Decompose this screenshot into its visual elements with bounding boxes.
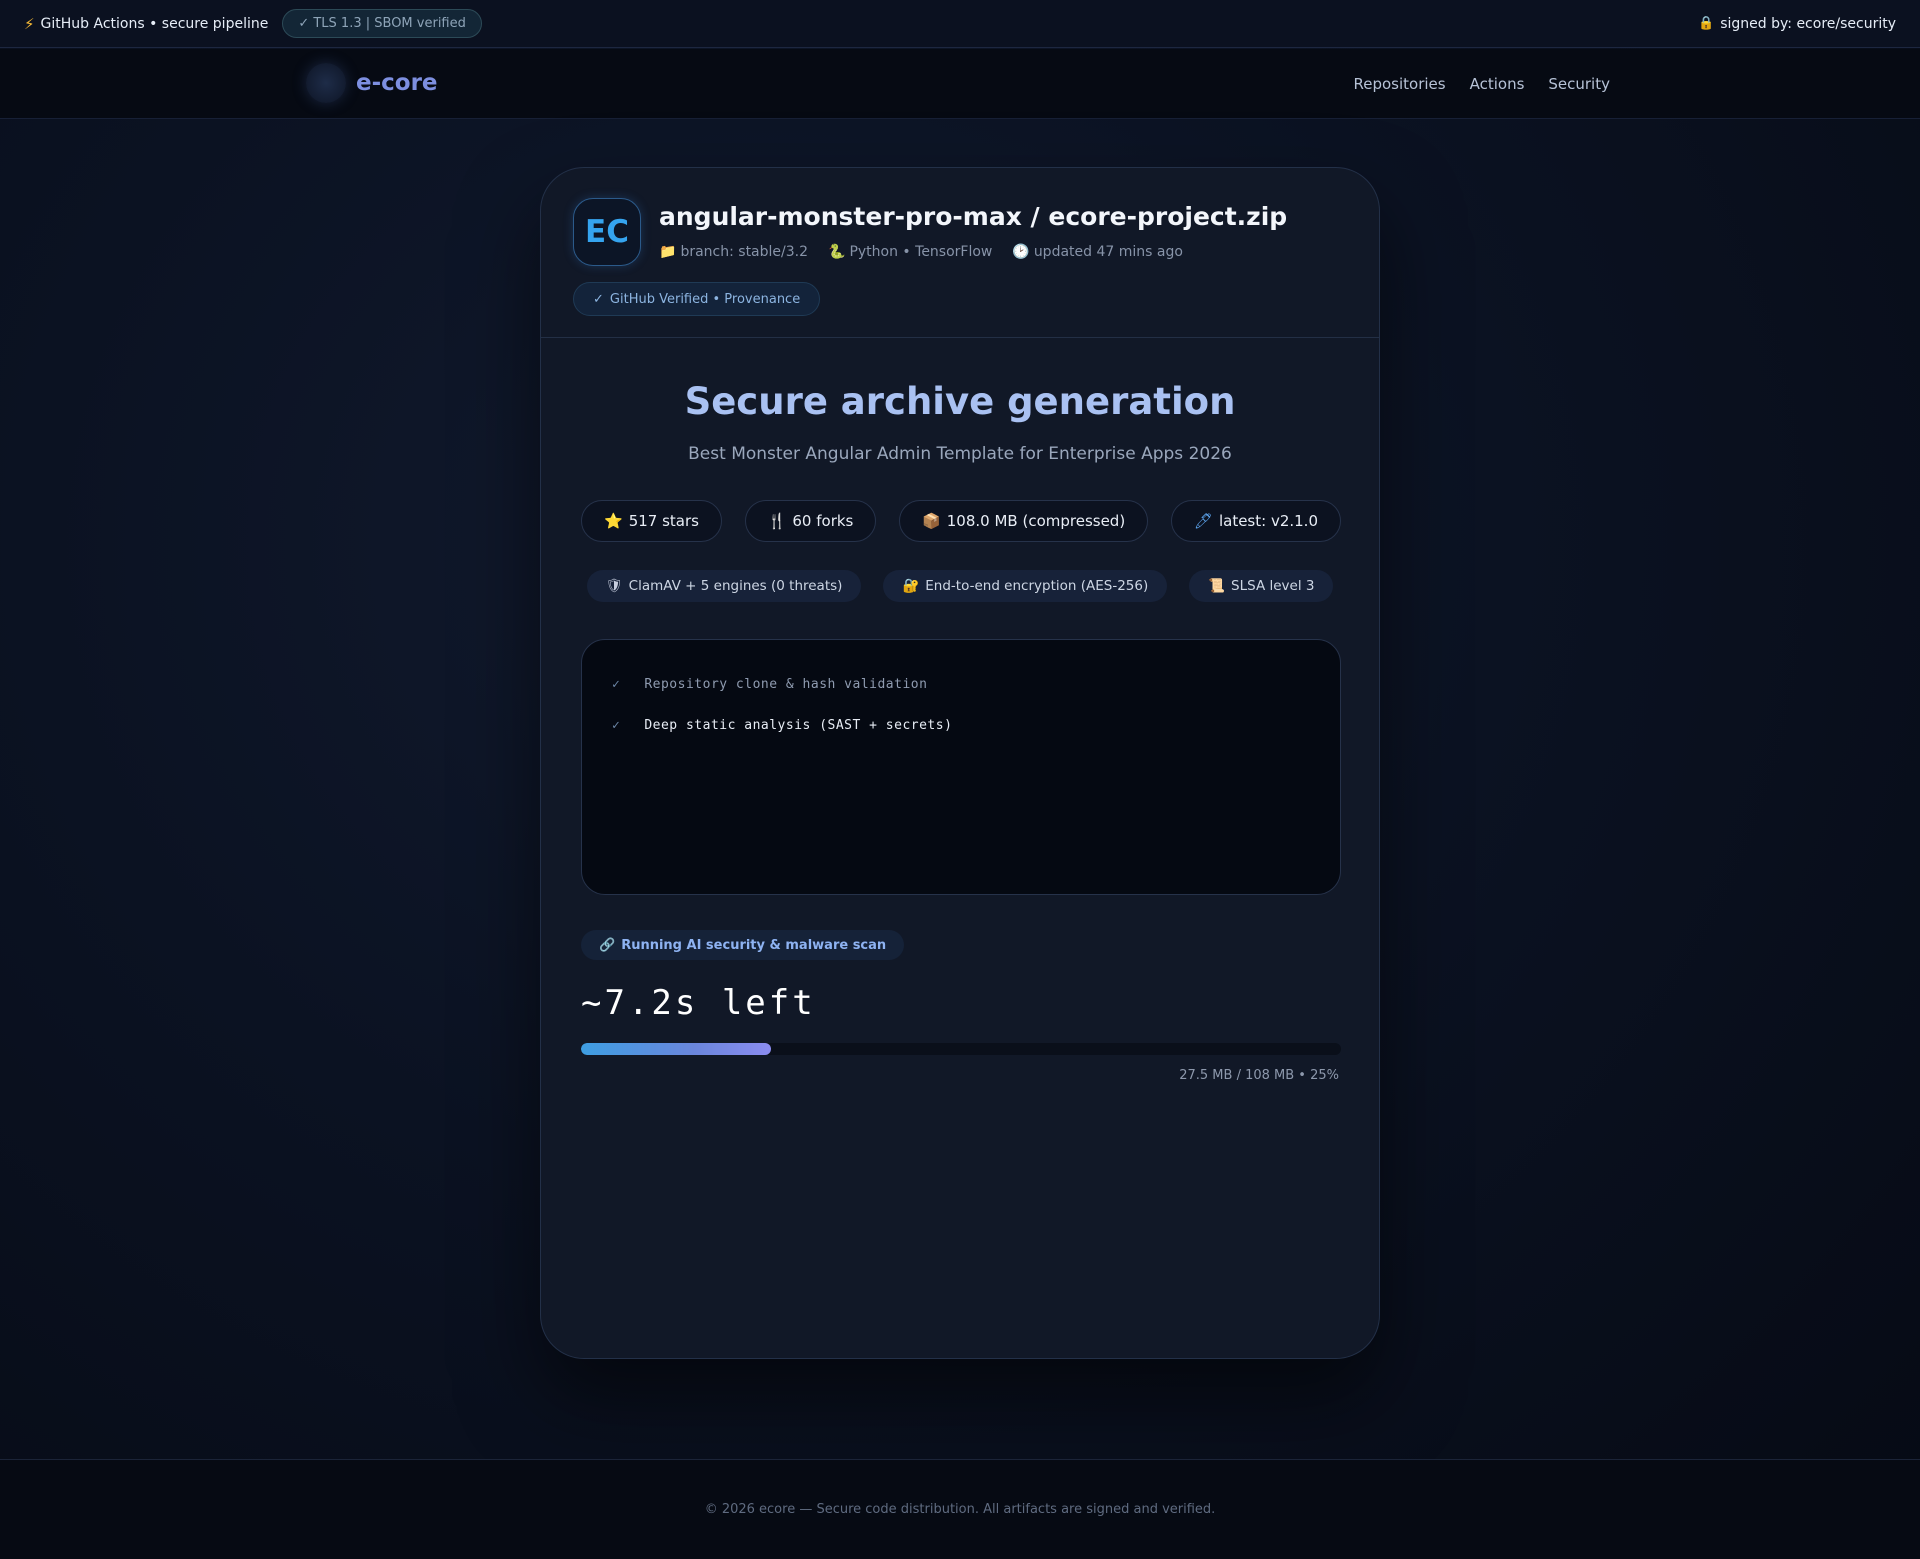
stat-label: 108.0 MB (compressed) [946,512,1126,530]
running-status: 🔗 Running AI security & malware scan [581,930,905,960]
signed-by: 🔒 signed by: ecore/security [1698,16,1896,32]
nav-link-repositories[interactable]: Repositories [1353,75,1445,93]
fork-icon: 🍴 [767,512,787,530]
tag-slsa: 📜 SLSA level 3 [1189,570,1334,602]
stat-label: 517 stars [628,512,699,530]
stat-forks: 🍴 60 forks [744,500,877,542]
repo-stats: ⭐ 517 stars 🍴 60 forks 📦 108.0 MB (compress… [581,500,1341,542]
repo-updated-label: updated 47 mins ago [1033,244,1183,260]
security-tags: 🛡 ClamAV + 5 engines (0 threats) 🔐 End-to-… [541,570,1379,602]
tag-label: SLSA level 3 [1231,578,1315,594]
progress-bar [581,1043,1341,1055]
log-line: ✓ Repository clone & hash validation [612,674,1310,694]
pipeline-log: ✓ Repository clone & hash validation ✓ D… [581,639,1341,895]
nav-link-security[interactable]: Security [1548,75,1610,93]
brand[interactable]: e-core [306,63,438,103]
repo-header: EC angular-monster-pro-max / ecore-proje… [541,168,1379,338]
nav-links: Repositories Actions Security [1353,49,1610,119]
pipeline-label: GitHub Actions • secure pipeline [40,15,269,32]
top-status-bar: ⚡ GitHub Actions • secure pipeline ✓ TLS… [0,0,1920,48]
stat-stars: ⭐ 517 stars [581,500,722,542]
stat-label: 60 forks [792,512,854,530]
package-icon: 📦 [922,512,941,530]
nav-link-actions[interactable]: Actions [1470,75,1525,93]
page-title: Secure archive generation [684,380,1236,423]
verified-badge: ✓ GitHub Verified • Provenance [573,282,821,316]
brand-logo-icon [306,63,346,103]
footer: © 2026 ecore — Secure code distribution.… [0,1459,1920,1559]
repo-title: angular-monster-pro-max / ecore-project.… [659,202,1288,231]
stat-version: 🖊 latest: v2.1.0 [1170,500,1341,542]
repo-meta: 📁 branch: stable/3.2 🐍 Python • TensorFlow… [659,244,1183,260]
repo-branch-label: branch: stable/3.2 [680,244,809,260]
running-label: Running AI security & malware scan [621,937,887,953]
check-icon: ✓ [612,676,621,692]
tag-encryption: 🔐 End-to-end encryption (AES-256) [883,570,1168,602]
page-subtitle: Best Monster Angular Admin Template for … [688,444,1232,464]
time-remaining: ~7.2s left [581,983,816,1023]
stat-label: latest: v2.1.0 [1218,512,1318,530]
archive-card: EC angular-monster-pro-max / ecore-proje… [540,167,1380,1359]
check-icon: ✓ [612,717,621,733]
main-nav: e-core Repositories Actions Security [0,49,1920,119]
shield-icon: 🛡 [605,578,623,594]
signed-label: signed by: ecore/security [1720,15,1896,32]
scroll-icon: 📜 [1208,578,1226,594]
tls-badge: ✓ TLS 1.3 | SBOM verified [282,9,482,38]
progress-label: 27.5 MB / 108 MB • 25% [1179,1068,1339,1083]
bolt-icon: ⚡ [24,14,35,33]
repo-language: 🐍 Python • TensorFlow [828,244,992,260]
brand-name: e-core [356,70,438,96]
key-lock-icon: 🔐 [902,578,920,594]
clock-icon: 🕑 [1012,244,1030,260]
repo-branch: 📁 branch: stable/3.2 [659,244,808,260]
link-icon: 🔗 [599,937,616,953]
tag-label: End-to-end encryption (AES-256) [925,578,1149,594]
verified-label: GitHub Verified • Provenance [609,291,801,307]
log-text: Repository clone & hash validation [644,676,928,692]
progress-fill [581,1043,771,1055]
python-icon: 🐍 [828,244,846,260]
log-line: ✓ Deep static analysis (SAST + secrets) [612,715,1310,735]
pen-icon: 🖊 [1193,512,1213,530]
stat-size: 📦 108.0 MB (compressed) [899,500,1149,542]
repo-language-label: Python • TensorFlow [849,244,993,260]
repo-updated: 🕑 updated 47 mins ago [1012,244,1183,260]
tag-malware-scan: 🛡 ClamAV + 5 engines (0 threats) [586,570,862,602]
star-icon: ⭐ [604,512,623,530]
log-text: Deep static analysis (SAST + secrets) [644,717,953,733]
repo-avatar: EC [573,198,641,266]
lock-icon: 🔒 [1698,16,1715,31]
pipeline-status: ⚡ GitHub Actions • secure pipeline [24,15,268,33]
tag-label: ClamAV + 5 engines (0 threats) [628,578,843,594]
folder-icon: 📁 [659,244,677,260]
check-icon: ✓ [593,291,604,307]
